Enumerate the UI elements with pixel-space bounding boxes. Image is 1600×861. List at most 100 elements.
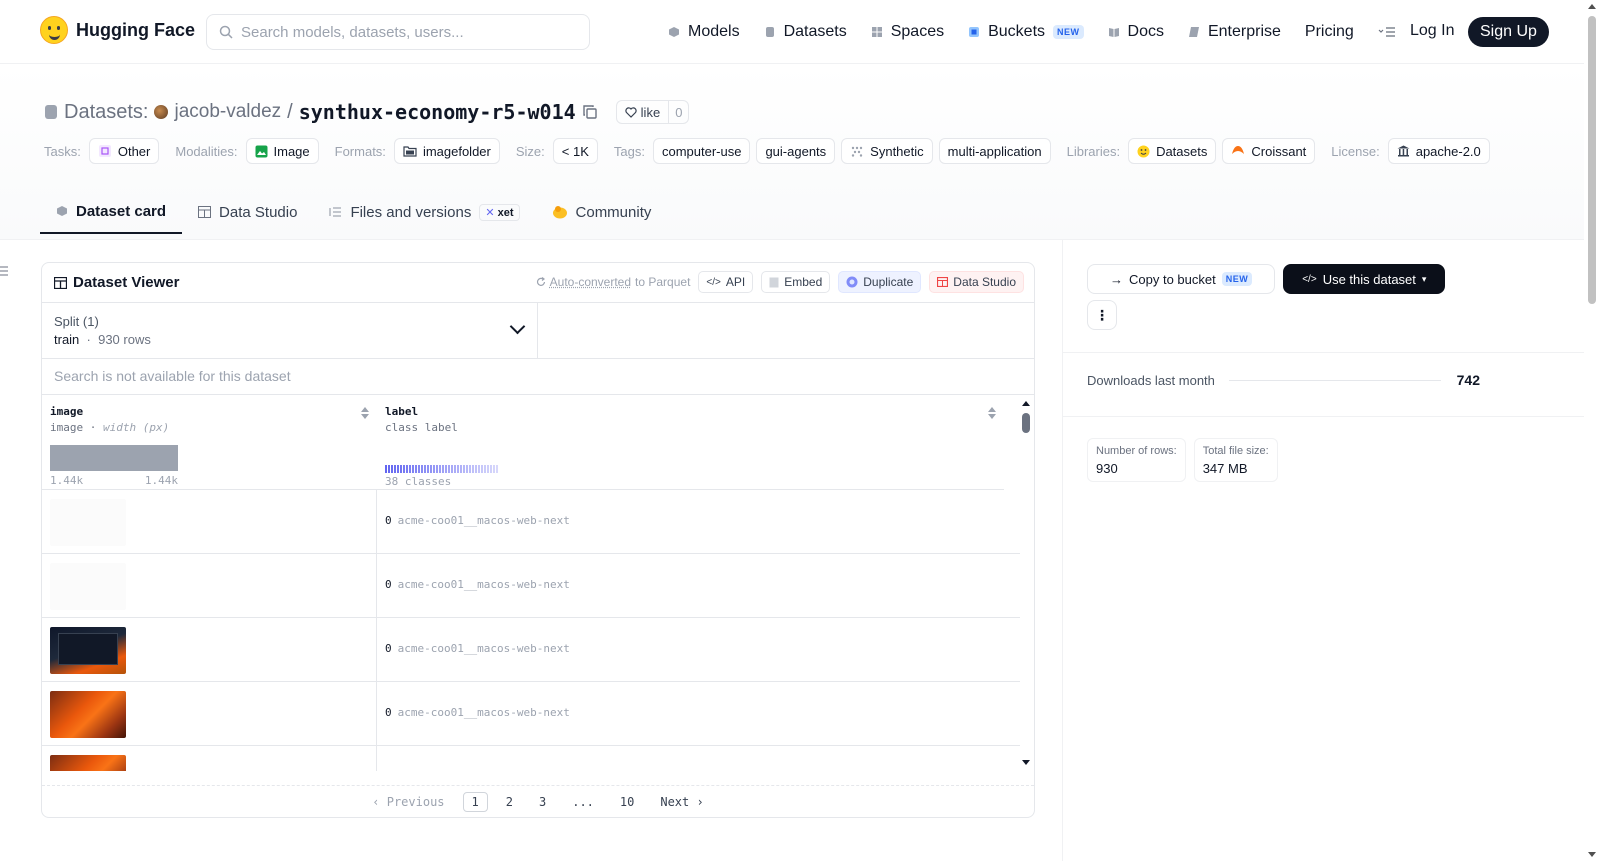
table-row[interactable]: 0 acme-coo01__macos-web-next xyxy=(42,554,1020,618)
more-options-button[interactable]: ⋮ xyxy=(1087,300,1117,330)
previous-page-button[interactable]: ‹ Previous xyxy=(364,793,452,811)
class-segment[interactable] xyxy=(433,465,435,473)
class-segment[interactable] xyxy=(415,465,417,473)
label-cell[interactable]: 0 acme-coo01__macos-web-next xyxy=(385,514,570,527)
image-thumbnail[interactable] xyxy=(50,691,126,738)
label-cell[interactable]: 0 acme-coo01__macos-web-next xyxy=(385,642,570,655)
class-segment[interactable] xyxy=(436,465,438,473)
library-chip-datasets[interactable]: Datasets xyxy=(1128,138,1217,164)
image-thumbnail[interactable] xyxy=(50,563,126,610)
class-segment[interactable] xyxy=(466,465,468,473)
class-segment[interactable] xyxy=(478,465,480,473)
image-thumbnail[interactable] xyxy=(50,627,126,674)
class-segment[interactable] xyxy=(463,465,465,473)
class-segment[interactable] xyxy=(412,465,414,473)
nav-models[interactable]: Models xyxy=(668,18,740,46)
tab-files[interactable]: Files and versions ✕ xet xyxy=(313,190,535,234)
brand-logo[interactable]: Hugging Face xyxy=(40,16,195,44)
tag-chip[interactable]: computer-use xyxy=(652,138,751,164)
class-segment[interactable] xyxy=(406,465,408,473)
nav-enterprise[interactable]: Enterprise xyxy=(1188,18,1281,46)
library-chip-croissant[interactable]: Croissant xyxy=(1222,138,1316,164)
class-segment[interactable] xyxy=(448,465,450,473)
search-input[interactable] xyxy=(241,23,571,41)
tag-chip[interactable]: multi-application xyxy=(938,138,1051,164)
class-segment[interactable] xyxy=(421,465,423,473)
split-dropdown[interactable]: Split (1) train · 930 rows xyxy=(42,303,538,358)
class-segment[interactable] xyxy=(442,465,444,473)
scroll-up-icon[interactable] xyxy=(1022,401,1030,406)
format-chip-imagefolder[interactable]: imagefolder xyxy=(393,138,500,164)
more-menu-button[interactable] xyxy=(1378,18,1396,46)
table-row[interactable]: 0 acme-coo01__macos-web-next xyxy=(42,490,1020,554)
nav-docs[interactable]: Docs xyxy=(1108,18,1164,46)
scroll-thumb[interactable] xyxy=(1022,413,1030,433)
page-scroll-thumb[interactable] xyxy=(1588,16,1596,304)
nav-pricing[interactable]: Pricing xyxy=(1305,18,1354,46)
class-segment[interactable] xyxy=(400,465,402,473)
class-segment[interactable] xyxy=(484,465,486,473)
size-chip[interactable]: < 1K xyxy=(552,138,598,164)
class-segment[interactable] xyxy=(493,465,495,473)
class-segment[interactable] xyxy=(451,465,453,473)
class-segment[interactable] xyxy=(385,465,387,473)
class-segment[interactable] xyxy=(457,465,459,473)
nav-datasets[interactable]: Datasets xyxy=(764,18,847,46)
class-segment[interactable] xyxy=(388,465,390,473)
copy-to-bucket-button[interactable]: → Copy to bucket NEW xyxy=(1087,264,1276,294)
breadcrumb-section[interactable]: Datasets: xyxy=(64,101,148,124)
class-segment[interactable] xyxy=(424,465,426,473)
scroll-down-icon[interactable] xyxy=(1588,852,1596,857)
page-button[interactable]: 2 xyxy=(498,793,521,811)
image-thumbnail[interactable] xyxy=(50,755,126,771)
api-button[interactable]: </> API xyxy=(698,271,754,293)
search-box[interactable] xyxy=(206,14,590,50)
tab-community[interactable]: Community xyxy=(536,190,668,234)
table-row[interactable]: 0 acme-coo01__macos-web-next xyxy=(42,682,1020,746)
nav-buckets[interactable]: Buckets NEW xyxy=(968,18,1084,46)
class-segment[interactable] xyxy=(403,465,405,473)
class-segment[interactable] xyxy=(439,465,441,473)
login-link[interactable]: Log In xyxy=(1410,22,1454,40)
class-segment[interactable] xyxy=(469,465,471,473)
image-cell[interactable] xyxy=(42,618,377,682)
class-segment[interactable] xyxy=(487,465,489,473)
copy-icon[interactable] xyxy=(582,104,598,120)
data-studio-button[interactable]: Data Studio xyxy=(929,271,1024,293)
scroll-up-icon[interactable] xyxy=(1588,4,1596,9)
nav-spaces[interactable]: Spaces xyxy=(871,18,944,46)
class-segment[interactable] xyxy=(472,465,474,473)
image-cell[interactable] xyxy=(42,554,377,618)
tag-chip[interactable]: Synthetic xyxy=(841,138,933,164)
table-scrollbar[interactable] xyxy=(1018,395,1034,771)
class-segment[interactable] xyxy=(490,465,492,473)
task-chip-other[interactable]: Other xyxy=(88,138,160,164)
class-segment[interactable] xyxy=(475,465,477,473)
label-cell[interactable]: 0 acme-coo01__macos-web-next xyxy=(385,706,570,719)
like-button[interactable]: like 0 xyxy=(615,100,690,124)
class-segment[interactable] xyxy=(409,465,411,473)
image-cell[interactable] xyxy=(42,682,377,746)
use-dataset-button[interactable]: </> Use this dataset ▾ xyxy=(1283,264,1446,294)
next-page-button[interactable]: Next › xyxy=(652,793,711,811)
class-segment[interactable] xyxy=(394,465,396,473)
sidebar-toggle-icon[interactable] xyxy=(0,266,8,276)
scroll-down-icon[interactable] xyxy=(1022,760,1030,765)
repo-owner[interactable]: jacob-valdez xyxy=(174,101,281,123)
class-segment[interactable] xyxy=(481,465,483,473)
class-segment[interactable] xyxy=(427,465,429,473)
tag-chip[interactable]: gui-agents xyxy=(756,138,836,164)
repo-name[interactable]: synthux-economy-r5-w014 xyxy=(299,100,576,124)
column-header-label[interactable]: label class label 38 classes xyxy=(377,395,1004,490)
class-distribution-bar[interactable] xyxy=(385,465,498,473)
class-segment[interactable] xyxy=(418,465,420,473)
tab-dataset-card[interactable]: Dataset card xyxy=(40,190,183,234)
histogram-bar[interactable] xyxy=(50,445,178,471)
class-segment[interactable] xyxy=(460,465,462,473)
image-cell[interactable] xyxy=(42,490,377,554)
column-header-image[interactable]: image image · width (px) 1.44k 1.44k xyxy=(42,395,377,490)
duplicate-button[interactable]: Duplicate xyxy=(838,271,922,293)
table-row[interactable]: 0 acme-coo01__macos-web-next xyxy=(42,618,1020,682)
auto-converted-link[interactable]: Auto-converted xyxy=(550,275,631,289)
page-button[interactable]: 3 xyxy=(531,793,554,811)
